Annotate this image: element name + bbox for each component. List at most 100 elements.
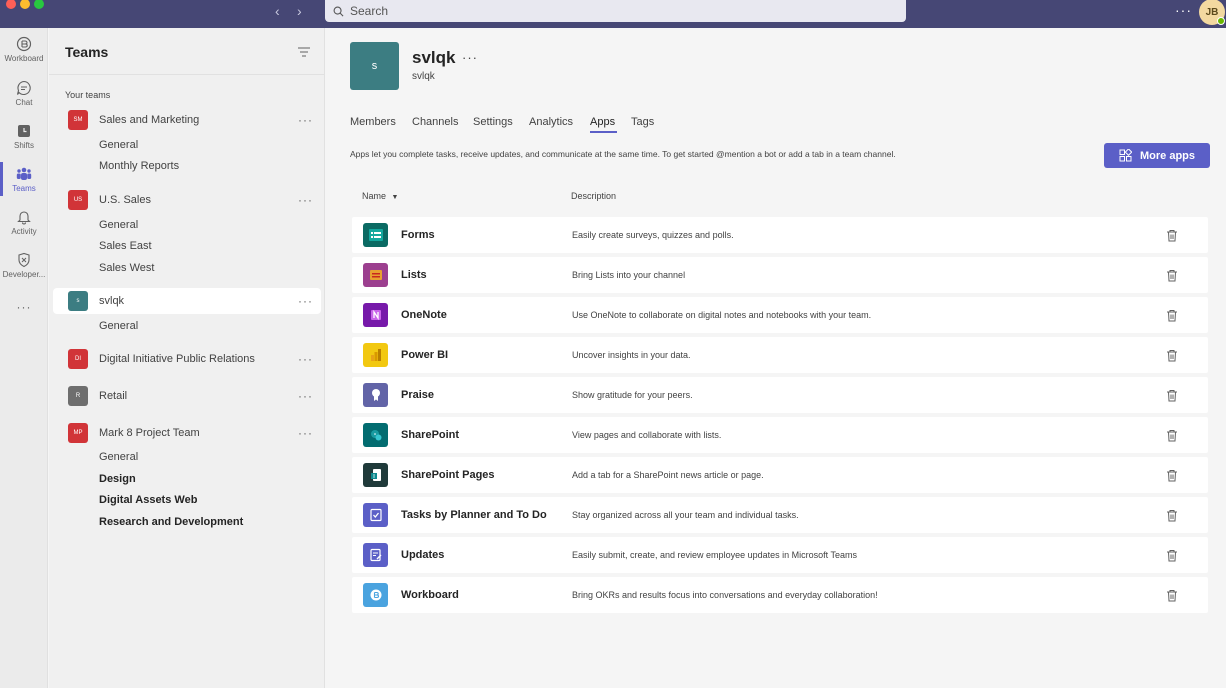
team-more-button[interactable]: ··· (298, 294, 313, 308)
trash-icon[interactable] (1166, 589, 1178, 602)
praise-icon (363, 383, 388, 407)
team-more-button[interactable]: ··· (298, 426, 313, 440)
app-name: Forms (401, 229, 435, 241)
app-row-lists[interactable]: Lists Bring Lists into your channel (352, 257, 1208, 293)
app-row-tasks[interactable]: Tasks by Planner and To Do Stay organize… (352, 497, 1208, 533)
channel-item[interactable]: Monthly Reports (99, 160, 179, 172)
tab-settings[interactable]: Settings (473, 116, 513, 128)
app-row-updates[interactable]: Updates Easily submit, create, and revie… (352, 537, 1208, 573)
tab-channels[interactable]: Channels (412, 116, 458, 128)
trash-icon[interactable] (1166, 229, 1178, 242)
search-placeholder: Search (350, 4, 389, 18)
team-name: Sales and Marketing (99, 114, 200, 126)
bell-icon (17, 211, 31, 225)
rail-item-workboard[interactable]: Workboard (0, 36, 48, 63)
app-row-praise[interactable]: Praise Show gratitude for your peers. (352, 377, 1208, 413)
app-row-sharepoint-pages[interactable]: SharePoint Pages Add a tab for a SharePo… (352, 457, 1208, 493)
section-label-your-teams: Your teams (65, 90, 111, 100)
column-header-name[interactable]: Name ▼ (362, 191, 398, 201)
app-name: SharePoint (401, 429, 460, 441)
tab-members[interactable]: Members (350, 116, 396, 128)
team-more-button[interactable]: ··· (298, 193, 313, 207)
more-apps-button[interactable]: More apps (1104, 143, 1210, 168)
settings-more-button[interactable]: ··· (1175, 2, 1192, 18)
shifts-icon (18, 125, 30, 137)
trash-icon[interactable] (1166, 389, 1178, 402)
rail-label-developer: Developer... (2, 270, 46, 279)
app-row-powerbi[interactable]: Power BI Uncover insights in your data. (352, 337, 1208, 373)
channel-item[interactable]: Sales West (99, 262, 154, 274)
forward-arrow-icon[interactable]: › (297, 3, 302, 19)
team-avatar: s (68, 291, 88, 311)
team-name: svlqk (99, 295, 125, 307)
app-row-forms[interactable]: Forms Easily create surveys, quizzes and… (352, 217, 1208, 253)
sort-down-icon: ▼ (391, 194, 399, 201)
team-row-retail[interactable]: R Retail ··· (53, 383, 321, 409)
trash-icon[interactable] (1166, 469, 1178, 482)
rail-item-teams[interactable]: Teams (0, 166, 48, 193)
team-row-us-sales[interactable]: US U.S. Sales ··· (53, 187, 321, 213)
team-row-digital-initiative[interactable]: DI Digital Initiative Public Relations ·… (53, 346, 321, 372)
trash-icon[interactable] (1166, 309, 1178, 322)
back-arrow-icon[interactable]: ‹ (275, 3, 280, 19)
rail-label-teams: Teams (12, 184, 36, 193)
team-more-button[interactable]: ··· (298, 113, 313, 127)
team-options-button[interactable]: ··· (462, 50, 478, 65)
channel-item[interactable]: General (99, 139, 138, 151)
channel-item[interactable]: General (99, 219, 138, 231)
trash-icon[interactable] (1166, 349, 1178, 362)
presence-status-icon (1217, 17, 1225, 25)
team-subtitle: svlqk (412, 71, 435, 82)
apps-grid-icon (1119, 149, 1132, 162)
team-row-svlqk[interactable]: s svlqk ··· (53, 288, 321, 314)
app-name: SharePoint Pages (401, 469, 495, 481)
app-row-sharepoint[interactable]: SharePoint View pages and collaborate wi… (352, 417, 1208, 453)
team-row-sales-and-marketing[interactable]: SM Sales and Marketing ··· (53, 107, 321, 133)
search-input[interactable]: Search (325, 0, 906, 22)
developer-icon (18, 252, 30, 268)
tab-tags[interactable]: Tags (631, 116, 654, 128)
app-name: Praise (401, 389, 435, 401)
app-name: OneNote (401, 309, 447, 321)
column-header-name-label: Name (362, 191, 387, 201)
app-row-workboard[interactable]: Workboard Bring OKRs and results focus i… (352, 577, 1208, 613)
channel-item[interactable]: Research and Development (99, 516, 243, 528)
team-row-mark-8-project-team[interactable]: MP Mark 8 Project Team ··· (53, 420, 321, 446)
rail-item-shifts[interactable]: Shifts (0, 123, 48, 150)
filter-icon[interactable] (297, 46, 311, 58)
tab-apps[interactable]: Apps (590, 116, 615, 128)
close-window-button[interactable] (6, 0, 16, 9)
app-description: Easily submit, create, and review employ… (572, 550, 857, 560)
team-more-button[interactable]: ··· (298, 352, 313, 366)
powerbi-icon (363, 343, 388, 367)
forms-icon (363, 223, 388, 247)
trash-icon[interactable] (1166, 509, 1178, 522)
channel-item[interactable]: General (99, 320, 138, 332)
team-more-button[interactable]: ··· (298, 389, 313, 403)
trash-icon[interactable] (1166, 269, 1178, 282)
rail-item-chat[interactable]: Chat (0, 80, 48, 107)
trash-icon[interactable] (1166, 429, 1178, 442)
tasks-icon (363, 503, 388, 527)
more-apps-label: More apps (1139, 149, 1195, 162)
channel-item[interactable]: Sales East (99, 240, 152, 252)
app-description: Show gratitude for your peers. (572, 390, 693, 400)
column-header-description: Description (571, 191, 617, 201)
tab-analytics[interactable]: Analytics (529, 116, 573, 128)
app-row-onenote[interactable]: OneNote Use OneNote to collaborate on di… (352, 297, 1208, 333)
rail-more-apps-button[interactable]: ··· (0, 300, 48, 314)
minimize-window-button[interactable] (20, 0, 30, 9)
channel-item[interactable]: Digital Assets Web (99, 494, 197, 506)
chat-icon (16, 80, 31, 95)
team-name: Mark 8 Project Team (99, 427, 200, 439)
rail-label-chat: Chat (15, 98, 33, 107)
team-avatar: R (68, 386, 88, 406)
zoom-window-button[interactable] (34, 0, 44, 9)
rail-item-activity[interactable]: Activity (0, 209, 48, 236)
channel-item[interactable]: General (99, 451, 138, 463)
rail-item-developer[interactable]: Developer... (0, 252, 48, 279)
channel-item[interactable]: Design (99, 473, 136, 485)
app-description: Add a tab for a SharePoint news article … (572, 470, 764, 480)
app-description: Bring Lists into your channel (572, 270, 686, 280)
trash-icon[interactable] (1166, 549, 1178, 562)
